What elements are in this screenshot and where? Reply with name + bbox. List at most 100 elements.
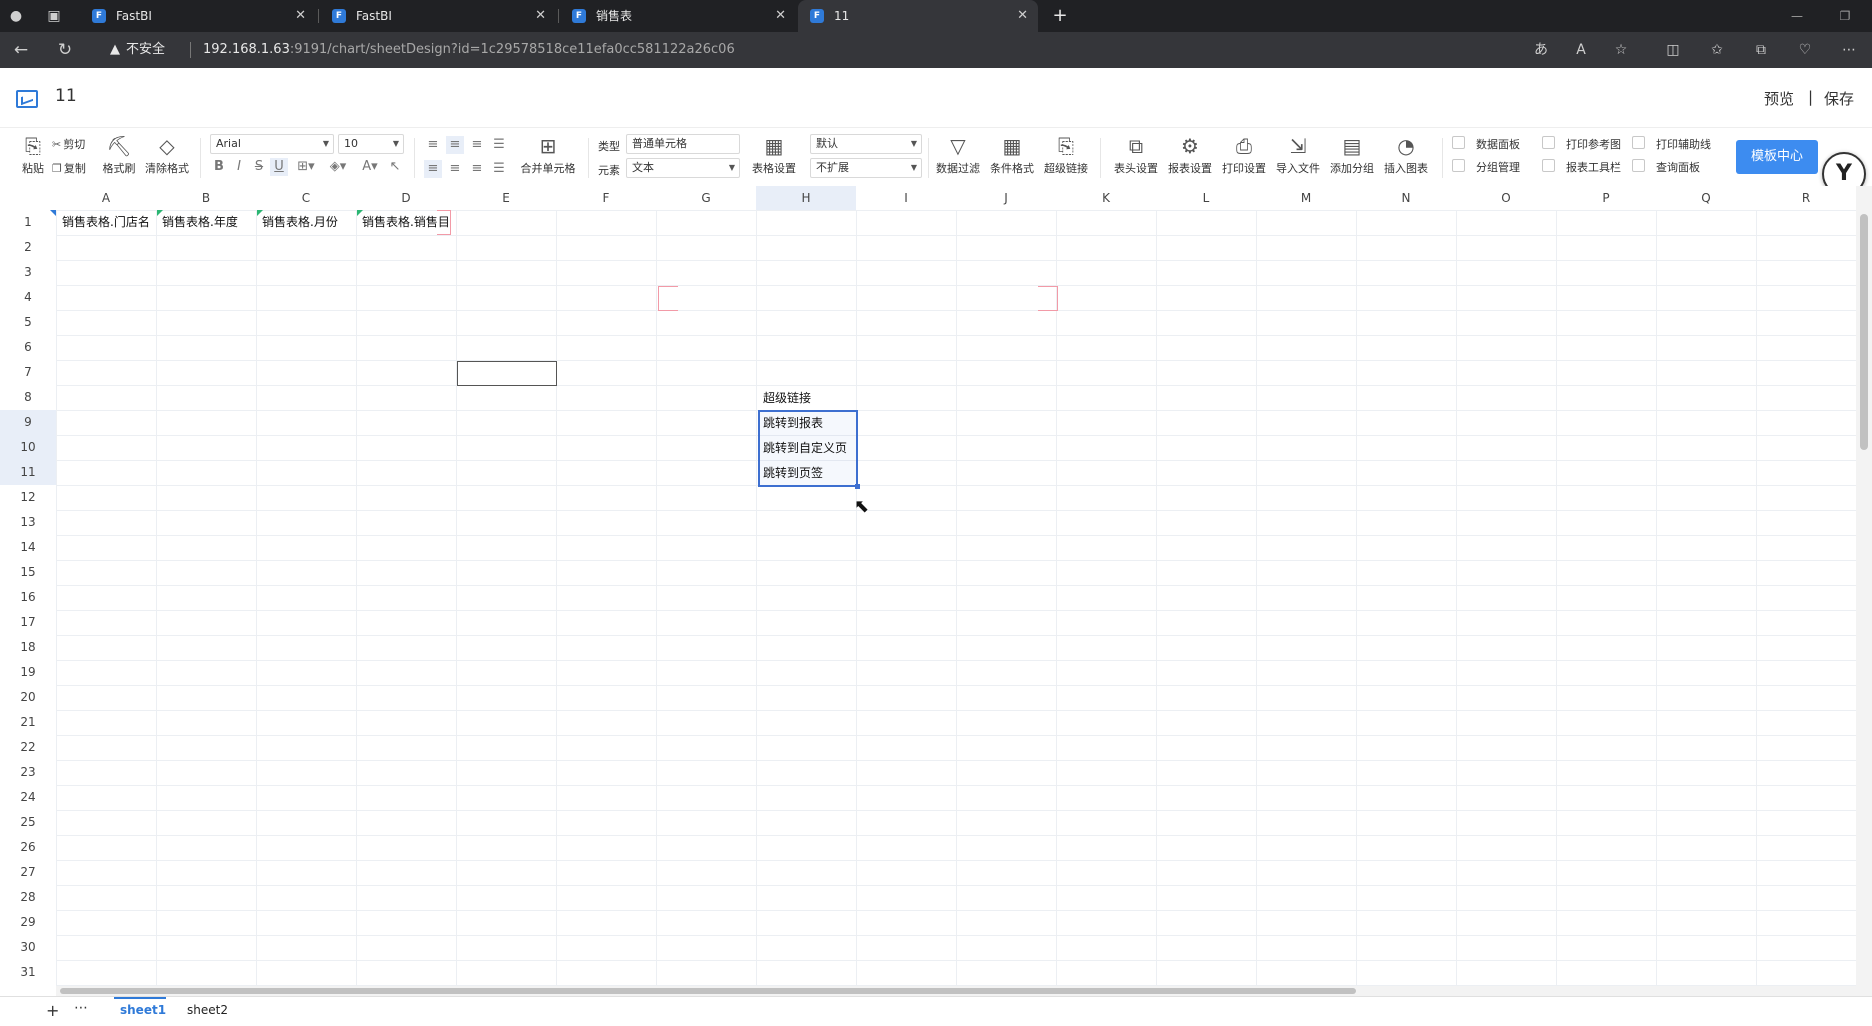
- row-header[interactable]: 14: [0, 535, 56, 560]
- add-sheet-icon[interactable]: +: [46, 1001, 59, 1020]
- header-settings-button[interactable]: ⧉ 表头设置: [1110, 134, 1162, 176]
- column-header[interactable]: F: [556, 186, 656, 210]
- template-center-button[interactable]: 模板中心: [1736, 140, 1818, 174]
- report-settings-button[interactable]: ⚙ 报表设置: [1164, 134, 1216, 176]
- outdent-icon[interactable]: ☰: [490, 160, 508, 178]
- row-header[interactable]: 21: [0, 710, 56, 735]
- row-header[interactable]: 11: [0, 460, 56, 485]
- data-filter-button[interactable]: ▽ 数据过滤: [932, 134, 984, 176]
- report-toolbar-checkbox[interactable]: [1542, 159, 1555, 172]
- row-header[interactable]: 23: [0, 760, 56, 785]
- hyperlink-button[interactable]: ⎘ 超级链接: [1040, 134, 1092, 176]
- column-header[interactable]: B: [156, 186, 256, 210]
- strikethrough-icon[interactable]: S: [250, 158, 268, 176]
- row-header[interactable]: 16: [0, 585, 56, 610]
- column-header[interactable]: Q: [1656, 186, 1756, 210]
- cut-button[interactable]: ✂ 剪切: [52, 136, 85, 152]
- column-header[interactable]: R: [1756, 186, 1856, 210]
- row-header[interactable]: 20: [0, 685, 56, 710]
- row-header[interactable]: 31: [0, 960, 56, 985]
- browser-tab-2[interactable]: F FastBI ✕: [320, 0, 556, 32]
- print-guides-checkbox[interactable]: [1632, 136, 1645, 149]
- clear-format-button[interactable]: ◇ 清除格式: [142, 134, 192, 176]
- align-bottom-icon[interactable]: ≡: [468, 136, 486, 154]
- format-painter-button[interactable]: ⛏ 格式刷: [100, 134, 138, 176]
- scrollbar-thumb[interactable]: [60, 988, 1356, 994]
- restore-icon[interactable]: ❐: [1830, 0, 1860, 32]
- row-header[interactable]: 13: [0, 510, 56, 535]
- minimize-icon[interactable]: —: [1782, 0, 1812, 32]
- row-header[interactable]: 19: [0, 660, 56, 685]
- merge-cells-button[interactable]: ⊞ 合并单元格: [516, 134, 580, 176]
- row-header[interactable]: 12: [0, 485, 56, 510]
- new-tab-button[interactable]: +: [1048, 0, 1072, 32]
- split-screen-icon[interactable]: ◫: [1660, 32, 1686, 68]
- print-reference-checkbox[interactable]: [1542, 136, 1555, 149]
- row-header[interactable]: 27: [0, 860, 56, 885]
- print-settings-button[interactable]: ⎙ 打印设置: [1218, 134, 1270, 176]
- align-right-icon[interactable]: ≡: [468, 160, 486, 178]
- cell-type-select[interactable]: 普通单元格: [626, 134, 740, 154]
- save-button[interactable]: 保存: [1824, 88, 1854, 109]
- sheet-tab-sheet2[interactable]: sheet2: [187, 1003, 228, 1017]
- row-header[interactable]: 26: [0, 835, 56, 860]
- underline-icon[interactable]: U: [270, 158, 288, 176]
- font-color-icon[interactable]: A▾: [356, 158, 384, 176]
- performance-icon[interactable]: ♡: [1792, 32, 1818, 68]
- row-header[interactable]: 17: [0, 610, 56, 635]
- close-icon[interactable]: ✕: [295, 0, 306, 32]
- italic-icon[interactable]: I: [230, 158, 248, 176]
- font-family-select[interactable]: Arial ▼: [210, 134, 334, 154]
- row-header[interactable]: 30: [0, 935, 56, 960]
- browser-tab-3[interactable]: F 销售表 ✕: [560, 0, 796, 32]
- row-header[interactable]: 5: [0, 310, 56, 335]
- scrollbar-thumb[interactable]: [1860, 214, 1868, 450]
- cell-H9[interactable]: 跳转到报表: [763, 411, 857, 436]
- align-center-icon[interactable]: ≡: [446, 160, 464, 178]
- favorites-icon[interactable]: ✩: [1704, 32, 1730, 68]
- translate-icon[interactable]: あ: [1528, 32, 1554, 68]
- column-header[interactable]: P: [1556, 186, 1656, 210]
- close-icon[interactable]: ✕: [1017, 0, 1028, 32]
- cell-H8[interactable]: 超级链接: [763, 386, 859, 411]
- cell-H10[interactable]: 跳转到自定义页: [763, 436, 857, 461]
- row-header[interactable]: 10: [0, 435, 56, 460]
- cell-H11[interactable]: 跳转到页签: [763, 461, 857, 486]
- vertical-scrollbar[interactable]: [1856, 186, 1872, 996]
- column-header[interactable]: K: [1056, 186, 1156, 210]
- read-aloud-icon[interactable]: A: [1568, 32, 1594, 68]
- font-size-select[interactable]: 10 ▼: [338, 134, 404, 154]
- collections-icon[interactable]: ⧉: [1748, 32, 1774, 68]
- insert-chart-button[interactable]: ◔ 插入图表: [1380, 134, 1432, 176]
- column-header[interactable]: O: [1456, 186, 1556, 210]
- add-group-button[interactable]: ▤ 添加分组: [1326, 134, 1378, 176]
- row-header[interactable]: 1: [0, 210, 56, 235]
- copy-button[interactable]: ❐ 复制: [52, 160, 86, 176]
- table-settings-button[interactable]: ▦ 表格设置: [748, 134, 800, 176]
- horizontal-scrollbar[interactable]: [56, 986, 1856, 996]
- column-header[interactable]: H: [756, 186, 856, 210]
- default-select[interactable]: 默认 ▼: [810, 134, 922, 154]
- cell-A1[interactable]: 销售表格.门店名: [62, 210, 158, 235]
- fill-handle[interactable]: [855, 484, 860, 489]
- profile-icon[interactable]: ●: [4, 0, 28, 32]
- column-header[interactable]: C: [256, 186, 356, 210]
- conditional-format-button[interactable]: ▦ 条件格式: [986, 134, 1038, 176]
- indent-icon[interactable]: ☰: [490, 136, 508, 154]
- browser-tab-1[interactable]: F FastBI ✕: [80, 0, 316, 32]
- row-header[interactable]: 15: [0, 560, 56, 585]
- column-header[interactable]: M: [1256, 186, 1356, 210]
- row-header[interactable]: 8: [0, 385, 56, 410]
- security-indicator[interactable]: ▲ 不安全: [110, 32, 165, 68]
- preview-button[interactable]: 预览: [1764, 88, 1794, 109]
- more-icon[interactable]: ⋯: [74, 1000, 88, 1016]
- cell-E7-outline[interactable]: [457, 361, 557, 386]
- close-icon[interactable]: ✕: [535, 0, 546, 32]
- url-field[interactable]: 192.168.1.63:9191/chart/sheetDesign?id=1…: [203, 32, 735, 68]
- import-file-button[interactable]: ⇲ 导入文件: [1272, 134, 1324, 176]
- row-header[interactable]: 7: [0, 360, 56, 385]
- row-header[interactable]: 18: [0, 635, 56, 660]
- browser-tab-4-active[interactable]: F 11 ✕: [798, 0, 1038, 32]
- row-header[interactable]: 24: [0, 785, 56, 810]
- favorite-star-icon[interactable]: ☆: [1608, 32, 1634, 68]
